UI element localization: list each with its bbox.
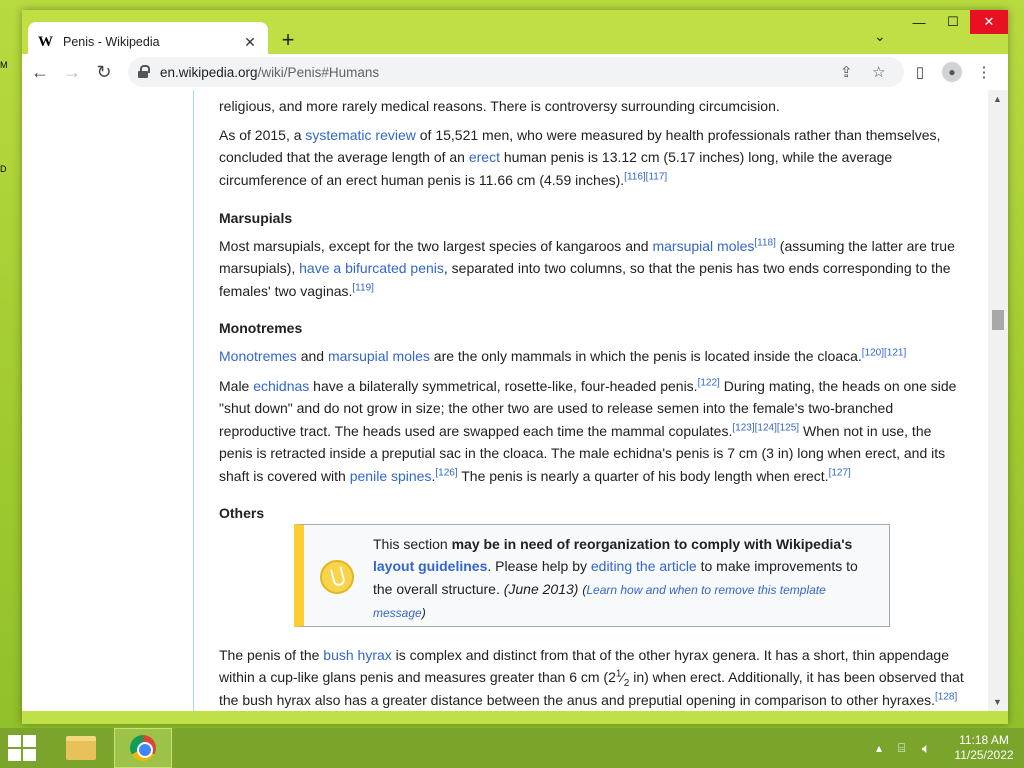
- link-bush-hyrax[interactable]: bush hyrax: [323, 647, 391, 663]
- taskbar: ▴ ⌸ 🔈︎ 11:18 AM 11/25/2022: [0, 728, 1024, 768]
- wikipedia-favicon-icon: W: [38, 33, 53, 50]
- reference-link[interactable]: [116][117]: [624, 171, 667, 182]
- reference-link[interactable]: [118]: [754, 237, 776, 248]
- reference-link[interactable]: [128]: [935, 691, 957, 702]
- reference-link[interactable]: [119]: [352, 282, 374, 293]
- section-heading-monotremes: Monotremes: [219, 320, 303, 336]
- side-panel-icon[interactable]: ▯: [906, 58, 934, 86]
- reference-link[interactable]: [126]: [435, 467, 457, 478]
- reference-link[interactable]: [122]: [698, 377, 720, 388]
- paragraph: Most marsupials, except for the two larg…: [219, 237, 955, 299]
- section-heading-marsupials: Marsupials: [219, 210, 293, 226]
- scroll-up-arrow-icon[interactable]: ▲: [993, 94, 1002, 104]
- reference-link[interactable]: [123][124][125]: [732, 422, 799, 433]
- desktop-icon-fragment: D: [0, 164, 7, 174]
- desktop-icon-fragment: M: [0, 60, 8, 70]
- paragraph: As of 2015, a systematic review of 15,52…: [219, 127, 941, 188]
- article-content: religious, and more rarely medical reaso…: [219, 90, 964, 711]
- section-heading-others: Others: [219, 505, 265, 521]
- link-systematic-review[interactable]: systematic review: [305, 127, 415, 143]
- volume-icon[interactable]: 🔈︎: [922, 728, 930, 768]
- page-scrollbar[interactable]: ▲ ▼: [988, 90, 1008, 711]
- close-window-button[interactable]: ✕: [970, 10, 1008, 34]
- left-sidebar: [22, 90, 194, 711]
- scrollbar-thumb[interactable]: [992, 310, 1004, 330]
- tab-close-icon[interactable]: ✕: [242, 34, 258, 51]
- scroll-down-arrow-icon[interactable]: ▼: [993, 697, 1002, 707]
- tab-title: Penis - Wikipedia: [63, 35, 160, 49]
- link-layout-guidelines[interactable]: layout guidelines: [373, 558, 487, 574]
- link-marsupial-moles[interactable]: marsupial moles: [328, 348, 430, 364]
- forward-arrow-icon[interactable]: →: [56, 56, 88, 88]
- link-echidnas[interactable]: echidnas: [253, 378, 309, 394]
- reference-link[interactable]: [127]: [829, 467, 851, 478]
- link-penile-spines[interactable]: penile spines: [350, 468, 432, 484]
- page-viewport: religious, and more rarely medical reaso…: [22, 90, 1008, 711]
- back-arrow-icon[interactable]: ←: [24, 56, 56, 88]
- reference-link[interactable]: [120][121]: [862, 347, 906, 358]
- paragraph: religious, and more rarely medical reaso…: [219, 98, 780, 114]
- show-hidden-icons-chevron-icon[interactable]: ▴: [876, 728, 882, 768]
- link-erect[interactable]: erect: [469, 149, 500, 165]
- network-icon[interactable]: ⌸: [898, 728, 905, 768]
- paragraph: The penis of the bush hyrax is complex a…: [219, 647, 964, 708]
- address-bar[interactable]: en.wikipedia.org/wiki/Penis#Humans ⇪ ☆: [128, 57, 904, 87]
- link-monotremes[interactable]: Monotremes: [219, 348, 297, 364]
- share-icon[interactable]: ⇪: [840, 63, 853, 81]
- tab-search-chevron-icon[interactable]: ⌄: [874, 28, 886, 45]
- system-clock[interactable]: 11:18 AM 11/25/2022: [948, 733, 1020, 763]
- bookmark-star-icon[interactable]: ☆: [872, 63, 885, 81]
- windows-start-icon[interactable]: [8, 734, 38, 762]
- file-explorer-icon[interactable]: [52, 728, 110, 768]
- profile-avatar-icon[interactable]: ●: [938, 58, 966, 86]
- lock-icon[interactable]: [138, 65, 150, 79]
- browser-window: W Penis - Wikipedia ✕ + ⌄ — ☐ ✕ ← → ↻ en…: [22, 10, 1008, 724]
- new-tab-button[interactable]: +: [274, 27, 302, 55]
- maintenance-notice-box: This section may be in need of reorganiz…: [294, 524, 890, 627]
- reload-icon[interactable]: ↻: [88, 56, 120, 88]
- link-editing-the-article[interactable]: editing the article: [591, 558, 697, 574]
- url-text[interactable]: en.wikipedia.org/wiki/Penis#Humans: [160, 65, 379, 80]
- browser-toolbar: ← → ↻ en.wikipedia.org/wiki/Penis#Humans…: [22, 54, 1008, 90]
- maximize-button[interactable]: ☐: [936, 10, 970, 34]
- paragraph: Monotremes and marsupial moles are the o…: [219, 347, 907, 364]
- menu-kebab-icon[interactable]: ⋮: [970, 58, 998, 86]
- lightbulb-icon: [320, 560, 354, 594]
- chrome-taskbar-icon[interactable]: [114, 728, 172, 768]
- link-marsupial-moles[interactable]: marsupial moles: [652, 238, 754, 254]
- minimize-button[interactable]: —: [902, 10, 936, 34]
- link-bifurcated-penis[interactable]: have a bifurcated penis: [299, 260, 444, 276]
- paragraph: Male echidnas have a bilaterally symmetr…: [219, 377, 957, 484]
